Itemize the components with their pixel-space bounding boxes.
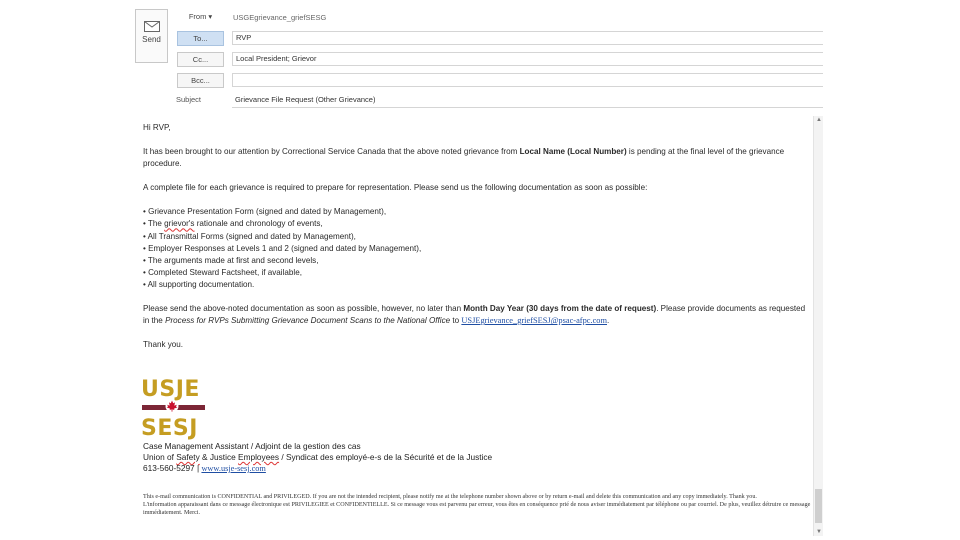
process-title: Process for RVPs Submitting Grievance Do… xyxy=(165,316,451,326)
bullet-item: • Employer Responses at Levels 1 and 2 (… xyxy=(143,243,422,253)
cc-button[interactable]: Cc... xyxy=(177,52,224,67)
paragraph-3-text-c: to xyxy=(450,316,462,326)
subject-label: Subject xyxy=(176,95,202,104)
signature-title: Case Management Assistant / Adjoint de l… xyxy=(143,441,361,451)
send-button[interactable]: Send xyxy=(135,9,168,63)
subject-field[interactable]: Grievance File Request (Other Grievance) xyxy=(232,94,823,108)
greeting: Hi RVP, xyxy=(143,123,171,132)
to-field[interactable]: RVP xyxy=(232,31,823,45)
signature-org-a: Union of xyxy=(143,452,177,462)
scroll-down-icon[interactable]: ▼ xyxy=(815,529,823,535)
disclaimer-french: L'information apparaissant dans ce messa… xyxy=(143,502,811,516)
bullet-item: • The arguments made at first and second… xyxy=(143,255,319,265)
signature-phone: 613-560-5297 xyxy=(143,463,195,473)
misspelled-word: grievor's xyxy=(164,219,195,229)
email-link[interactable]: USJEgrievance_griefSESJ@psac-afpc.com xyxy=(461,316,607,325)
signature-block: Case Management Assistant / Adjoint de l… xyxy=(143,441,492,474)
signature-contact: 613-560-5297 | www.usje-sesj.com xyxy=(143,463,492,474)
bullet-item: • All Transmittal Forms (signed and date… xyxy=(143,231,356,241)
bullet-item: • Grievance Presentation Form (signed an… xyxy=(143,207,387,217)
bullet-2-text-b: rationale and chronology of events, xyxy=(194,219,323,229)
scroll-up-icon[interactable]: ▲ xyxy=(815,117,823,123)
misspelled-word: Safety xyxy=(176,452,200,462)
deadline-placeholder: Month Day Year (30 days from the date of… xyxy=(463,304,657,314)
local-name-placeholder: Local Name (Local Number) xyxy=(519,147,627,157)
logo-text-top: USJE xyxy=(141,377,200,402)
paragraph-1: It has been brought to our attention by … xyxy=(143,146,808,170)
bcc-button[interactable]: Bcc... xyxy=(177,73,224,88)
thanks-line: Thank you. xyxy=(143,340,184,350)
paragraph-3: Please send the above-noted documentatio… xyxy=(143,303,808,327)
paragraph-1-text-a: It has been brought to our attention by … xyxy=(143,147,520,157)
usje-logo: USJE SESJ xyxy=(141,377,209,441)
to-button[interactable]: To... xyxy=(177,31,224,46)
paragraph-2: A complete file for each grievance is re… xyxy=(143,183,648,193)
message-body[interactable]: Hi RVP, It has been brought to our atten… xyxy=(143,122,808,351)
bullet-item: • Completed Steward Factsheet, if availa… xyxy=(143,267,302,277)
misspelled-word: Employees xyxy=(238,452,280,462)
bullet-item: • The grievor's rationale and chronology… xyxy=(143,218,808,230)
cc-field[interactable]: Local President; Grievor xyxy=(232,52,823,66)
bullet-2-text-a: • The xyxy=(143,219,165,229)
signature-org-c: / Syndicat des employé-e-s de la Sécurit… xyxy=(279,452,493,462)
from-button[interactable]: From ▾ xyxy=(177,10,224,25)
send-label: Send xyxy=(142,35,161,44)
website-link[interactable]: www.usje-sesj.com xyxy=(201,464,265,473)
logo-text-bottom: SESJ xyxy=(141,416,198,441)
maple-leaf-icon xyxy=(165,399,179,413)
scrollbar-thumb[interactable] xyxy=(815,489,822,523)
envelope-icon xyxy=(143,21,160,32)
from-value: USGEgrievance_griefSESG xyxy=(233,13,327,22)
confidentiality-disclaimer: This e-mail communication is CONFIDENTIA… xyxy=(143,493,813,517)
bcc-field[interactable] xyxy=(232,73,823,87)
paragraph-3-text-d: . xyxy=(607,316,610,326)
bullet-item: • All supporting documentation. xyxy=(143,279,255,289)
disclaimer-english: This e-mail communication is CONFIDENTIA… xyxy=(143,494,757,500)
paragraph-3-text-a: Please send the above-noted documentatio… xyxy=(143,304,464,314)
vertical-scrollbar[interactable]: ▲ ▼ xyxy=(813,116,823,536)
signature-org-b: & Justice xyxy=(199,452,239,462)
signature-org: Union of Safety & Justice Employees / Sy… xyxy=(143,452,492,463)
